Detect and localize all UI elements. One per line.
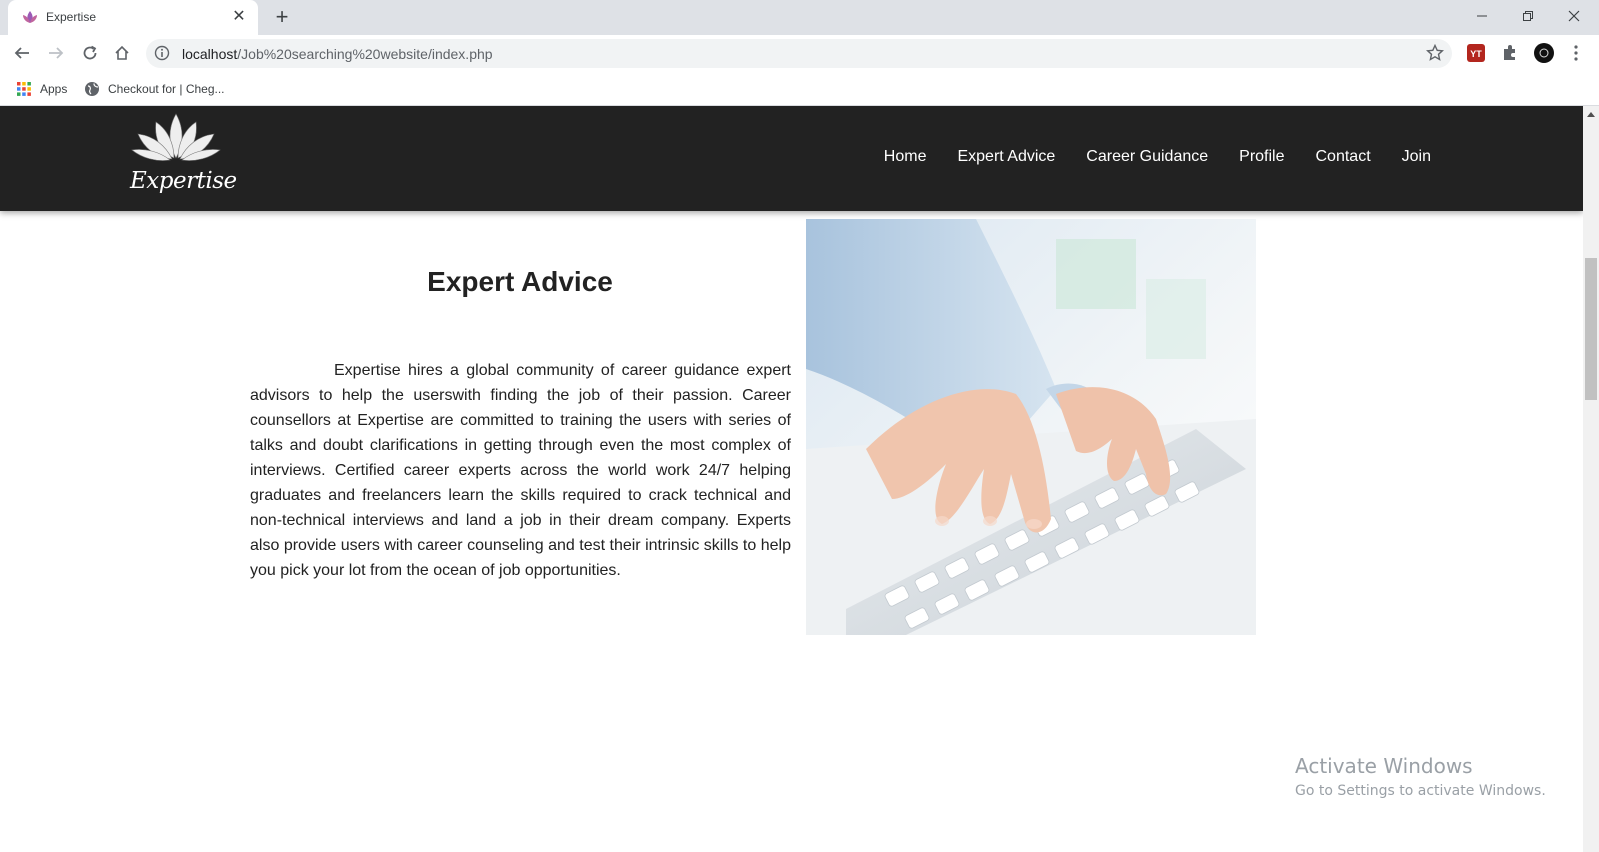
back-arrow-icon [14,47,29,59]
extension-yt-icon[interactable]: YT [1466,43,1486,63]
nav-join[interactable]: Join [1402,148,1431,166]
nav-contact[interactable]: Contact [1316,148,1371,166]
info-icon[interactable] [154,45,170,61]
url-path: /Job%20searching%20website/index.php [237,46,493,62]
nav-expert-advice[interactable]: Expert Advice [957,148,1055,166]
section-heading: Expert Advice [427,266,613,297]
apps-grid-icon [17,82,31,96]
scroll-thumb[interactable] [1585,258,1597,400]
tab-strip: Expertise ✕ + [0,0,1599,35]
nav-career-guidance[interactable]: Career Guidance [1086,148,1208,166]
lotus-favicon-icon [23,11,37,23]
scroll-up-button[interactable] [1583,106,1599,122]
close-window-button[interactable] [1551,0,1597,32]
activate-windows-title: Activate Windows [1295,754,1473,778]
bookmark-apps-label: Apps [40,82,68,96]
bookmarks-bar: Apps Checkout for | Cheg... [0,71,1599,106]
new-tab-button[interactable]: + [270,6,294,30]
home-icon [115,45,129,60]
browser-tab[interactable]: Expertise ✕ [8,0,258,35]
extensions-puzzle-icon[interactable] [1500,43,1520,63]
scroll-up-arrow-icon [1587,112,1595,117]
profile-avatar-icon[interactable] [1534,43,1554,63]
minimize-button[interactable] [1459,0,1505,32]
typing-hands-photo [806,219,1256,635]
main-menu: Home Expert Advice Career Guidance Profi… [884,148,1431,166]
bookmark-star-icon[interactable] [1426,44,1444,62]
close-icon [1568,10,1580,22]
brand-name: Expertise [130,168,237,194]
lotus-logo-icon [131,113,221,161]
restore-button[interactable] [1505,0,1551,32]
bookmark-chegg[interactable]: Checkout for | Cheg... [84,79,225,99]
section-paragraph: Expertise hires a global community of ca… [250,362,791,579]
page-scrollbar[interactable] [1583,106,1599,852]
home-button[interactable] [110,41,134,65]
site-logo[interactable]: Expertise [130,110,237,202]
bookmark-chegg-label: Checkout for | Cheg... [108,82,225,96]
svg-text:YT: YT [1470,49,1482,59]
page-viewport: Expertise Home Expert Advice Career Guid… [0,106,1583,852]
url-text[interactable]: localhost/Job%20searching%20website/inde… [182,46,493,62]
browser-menu-icon[interactable] [1566,43,1586,63]
bookmark-apps[interactable]: Apps [16,79,67,99]
nav-profile[interactable]: Profile [1239,148,1284,166]
site-navbar: Expertise Home Expert Advice Career Guid… [0,106,1583,211]
url-host: localhost [182,46,238,62]
minimize-icon [1477,15,1487,17]
nav-home[interactable]: Home [884,148,927,166]
address-bar[interactable]: localhost/Job%20searching%20website/inde… [146,39,1452,68]
activate-windows-subtitle: Go to Settings to activate Windows. [1295,783,1546,799]
tab-title: Expertise [46,10,97,24]
browser-toolbar: localhost/Job%20searching%20website/inde… [0,35,1599,71]
back-button[interactable] [10,41,34,65]
forward-arrow-icon [49,47,64,59]
reload-button[interactable] [78,41,102,65]
reload-icon [83,45,97,60]
globe-icon [85,82,99,96]
restore-icon [1523,11,1533,21]
tab-close-icon[interactable]: ✕ [230,8,248,26]
forward-button[interactable] [44,41,68,65]
